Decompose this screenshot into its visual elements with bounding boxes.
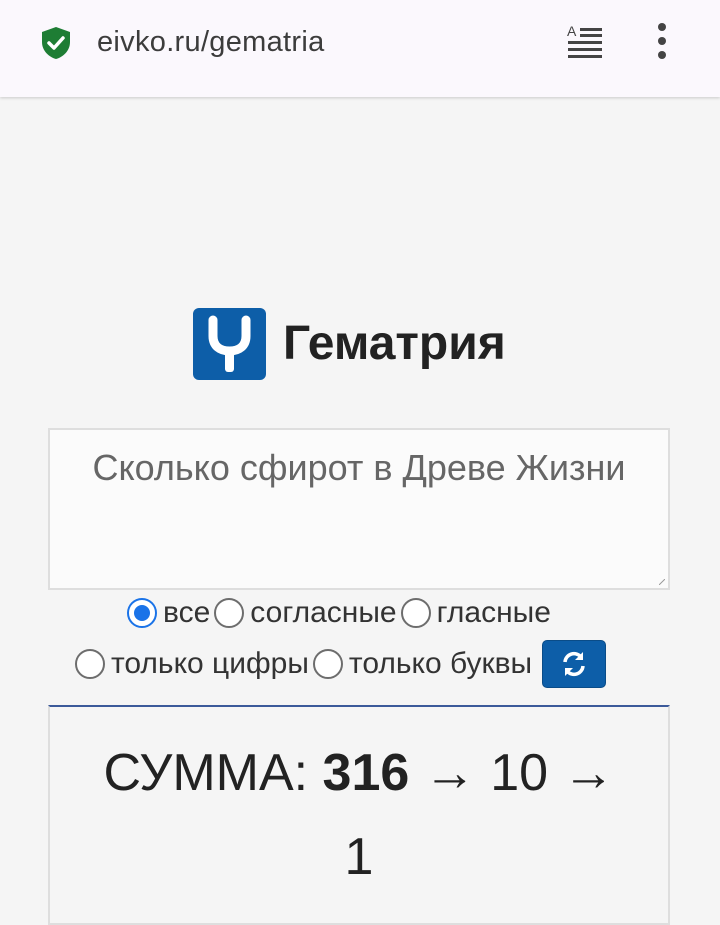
site-header: Гематрия bbox=[193, 308, 506, 380]
radio-consonants[interactable] bbox=[214, 598, 245, 628]
sum-label: СУММА: bbox=[103, 744, 309, 802]
reduction-step-2: 1 bbox=[344, 828, 374, 886]
reader-mode-icon[interactable]: A bbox=[566, 22, 604, 60]
text-input[interactable]: Сколько сфирот в Древе Жизни bbox=[48, 428, 670, 590]
shield-check-icon[interactable] bbox=[40, 26, 72, 60]
arrow-1: → bbox=[423, 744, 476, 802]
refresh-icon bbox=[563, 651, 585, 677]
radio-letters-only[interactable] bbox=[312, 649, 343, 679]
arrow-2: → bbox=[562, 744, 615, 802]
page-title: Гематрия bbox=[283, 317, 506, 370]
input-value: Сколько сфирот в Древе Жизни bbox=[92, 447, 626, 488]
sum-value: 316 bbox=[322, 744, 410, 802]
label-consonants[interactable]: согласные bbox=[250, 596, 396, 630]
options-row-1: все согласные гласные bbox=[127, 596, 555, 630]
label-all[interactable]: все bbox=[163, 596, 210, 630]
label-letters-only[interactable]: только буквы bbox=[349, 647, 532, 681]
y-logo-icon[interactable] bbox=[193, 308, 266, 380]
radio-digits-only[interactable] bbox=[75, 649, 105, 679]
reduction-step-1: 10 bbox=[490, 744, 549, 802]
browser-toolbar: eivko.ru/gematria A bbox=[0, 0, 720, 97]
more-vert-icon[interactable] bbox=[650, 20, 674, 64]
label-vowels[interactable]: гласные bbox=[437, 596, 551, 630]
resize-handle-icon[interactable] bbox=[659, 579, 665, 585]
result-panel: СУММА: 316 → 10 → 1 bbox=[48, 705, 670, 925]
label-digits-only[interactable]: только цифры bbox=[111, 647, 309, 681]
svg-text:A: A bbox=[567, 23, 577, 39]
refresh-button[interactable] bbox=[542, 640, 607, 688]
url-bar[interactable]: eivko.ru/gematria bbox=[97, 26, 325, 59]
radio-vowels[interactable] bbox=[400, 598, 431, 628]
options-row-2: только цифры только буквы bbox=[75, 640, 607, 688]
radio-all[interactable] bbox=[127, 598, 157, 628]
